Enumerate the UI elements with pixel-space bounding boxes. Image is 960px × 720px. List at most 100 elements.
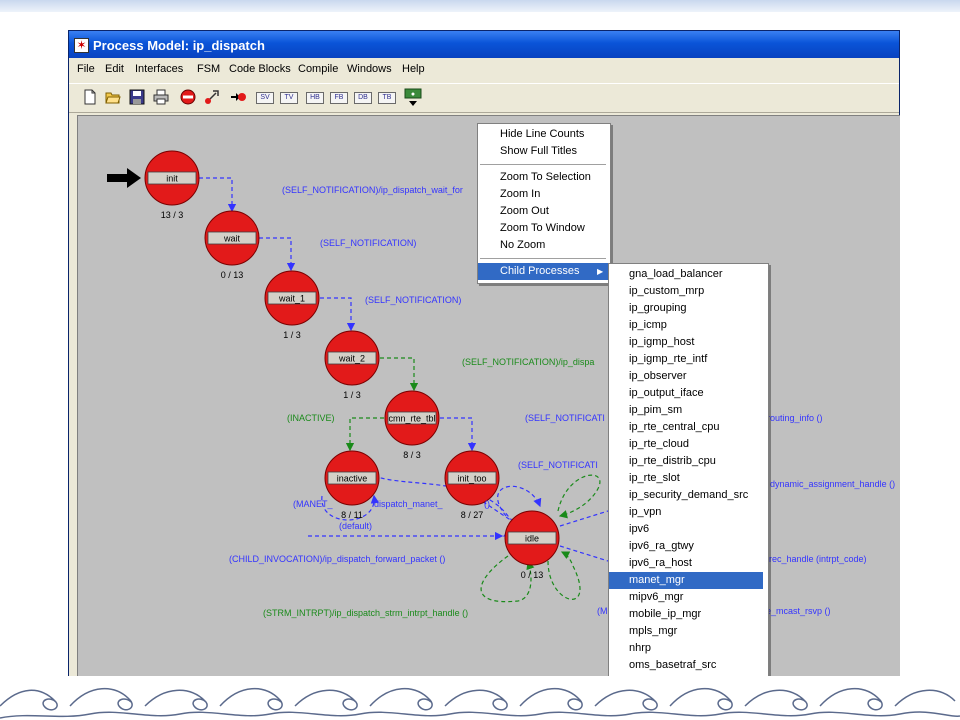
label-routing-info: routing_info () [767, 413, 823, 423]
submenu-item-ip-rte-distrib-cpu[interactable]: ip_rte_distrib_cpu [609, 453, 763, 470]
label-inactive: (INACTIVE) [287, 413, 335, 423]
menu-separator [480, 164, 606, 165]
submenu-item-mipv6-mgr[interactable]: mipv6_mgr [609, 589, 763, 606]
transition-idle-self-2[interactable] [547, 551, 581, 600]
label-child-invocation: (CHILD_INVOCATION)/ip_dispatch_forward_p… [229, 554, 445, 564]
state-init-too[interactable]: init_too 8 / 27 [444, 450, 500, 520]
submenu-item-mobile-ip-mgr[interactable]: mobile_ip_mgr [609, 606, 763, 623]
menu-interfaces[interactable]: Interfaces [135, 63, 183, 75]
state-name-label: idle [525, 534, 539, 544]
state-idle[interactable]: idle 0 / 13 [504, 510, 560, 580]
label-m: (M [597, 606, 608, 616]
print-icon[interactable] [153, 89, 169, 105]
stop-icon[interactable] [180, 89, 196, 105]
state-init[interactable]: init 13 / 3 [144, 150, 200, 220]
menu-windows[interactable]: Windows [347, 63, 392, 75]
state-line-counts: 1 / 3 [283, 330, 301, 340]
menu-hide-line-counts[interactable]: Hide Line Counts [478, 126, 610, 143]
submenu-item-ip-grouping[interactable]: ip_grouping [609, 300, 763, 317]
submenu-item-ip-security-demand-src[interactable]: ip_security_demand_src [609, 487, 763, 504]
submenu-item-ip-observer[interactable]: ip_observer [609, 368, 763, 385]
state-name-label: init_too [457, 474, 486, 484]
transition-cmn-inactive[interactable] [345, 417, 384, 452]
new-icon[interactable] [82, 89, 98, 105]
menu-child-processes[interactable]: Child Processes ▶ [478, 263, 610, 280]
transition-init-wait[interactable] [199, 177, 237, 213]
submenu-item-ip-vpn[interactable]: ip_vpn [609, 504, 763, 521]
transition-wait1-wait2[interactable] [320, 297, 356, 332]
tb-button[interactable]: TB [378, 92, 396, 104]
transition-cmn-inittoo[interactable] [440, 417, 477, 452]
menu-zoom-to-selection[interactable]: Zoom To Selection [478, 169, 610, 186]
label-self-notif-3: (SELF_NOTIFICATION) [365, 295, 461, 305]
menu-code-blocks[interactable]: Code Blocks [229, 63, 291, 75]
submenu-item-ipv6[interactable]: ipv6 [609, 521, 763, 538]
menu-edit[interactable]: Edit [105, 63, 124, 75]
menu-fsm[interactable]: FSM [197, 63, 220, 75]
initial-state-arrow [107, 168, 141, 188]
submenu-item-ip-rte-slot[interactable]: ip_rte_slot [609, 470, 763, 487]
menu-file[interactable]: File [77, 63, 95, 75]
forced-state-icon[interactable] [230, 89, 246, 105]
label-self-notif-4: (SELF_NOTIFICATION)/ip_dispa [462, 357, 594, 367]
app-icon: ✶ [74, 38, 89, 53]
label-manet-1: (MANET_ [293, 499, 333, 509]
state-wait-2[interactable]: wait_2 1 / 3 [324, 330, 380, 400]
submenu-item-manet-mgr[interactable]: manet_mgr [609, 572, 763, 589]
submenu-item-nhrp[interactable]: nhrp [609, 640, 763, 657]
label-self-notif-1: (SELF_NOTIFICATION)/ip_dispatch_wait_for [282, 185, 463, 195]
menu-zoom-out[interactable]: Zoom Out [478, 203, 610, 220]
transition-idle-right-1[interactable] [559, 510, 609, 527]
context-menu: Hide Line Counts Show Full Titles Zoom T… [477, 123, 611, 284]
submenu-item-oms-basetraf-src[interactable]: oms_basetraf_src [609, 657, 763, 674]
transition-idle-self-1[interactable] [557, 474, 601, 519]
transition-tool-icon[interactable] [204, 89, 220, 105]
label-manet-3: () [484, 499, 490, 509]
state-wait-1[interactable]: wait_1 1 / 3 [264, 270, 320, 340]
state-line-counts: 0 / 13 [221, 270, 244, 280]
submenu-item-gna-load-balancer[interactable]: gna_load_balancer [609, 266, 763, 283]
svg-text:●: ● [411, 91, 415, 98]
submenu-item-ip-custom-mrp[interactable]: ip_custom_mrp [609, 283, 763, 300]
state-wait[interactable]: wait 0 / 13 [204, 210, 260, 280]
menu-help[interactable]: Help [402, 63, 425, 75]
toolbar: SV TV HB FB DB TB ● [69, 83, 899, 113]
submenu-item-ipv6-ra-gtwy[interactable]: ipv6_ra_gtwy [609, 538, 763, 555]
tv-button[interactable]: TV [280, 92, 298, 104]
state-name-label: wait_2 [338, 354, 365, 364]
transition-wait-wait1[interactable] [259, 237, 296, 272]
submenu-item-ip-igmp-rte-intf[interactable]: ip_igmp_rte_intf [609, 351, 763, 368]
transition-wait2-cmn[interactable] [380, 357, 419, 392]
menu-child-processes-label: Child Processes [500, 265, 580, 277]
menu-compile[interactable]: Compile [298, 63, 338, 75]
menu-show-full-titles[interactable]: Show Full Titles [478, 143, 610, 160]
menu-bar: File Edit Interfaces FSM Code Blocks Com… [69, 59, 899, 79]
hb-button[interactable]: HB [306, 92, 324, 104]
db-button[interactable]: DB [354, 92, 372, 104]
state-line-counts: 8 / 27 [461, 510, 484, 520]
submenu-item-mpls-mgr[interactable]: mpls_mgr [609, 623, 763, 640]
state-line-counts: 8 / 3 [403, 450, 421, 460]
decorative-wave-border [0, 676, 960, 720]
fb-button[interactable]: FB [330, 92, 348, 104]
open-icon[interactable] [105, 89, 121, 105]
submenu-item-ipv6-ra-host[interactable]: ipv6_ra_host [609, 555, 763, 572]
submenu-item-ip-pim-sm[interactable]: ip_pim_sm [609, 402, 763, 419]
submenu-item-ip-igmp-host[interactable]: ip_igmp_host [609, 334, 763, 351]
label-dynamic-assignment: dynamic_assignment_handle () [770, 479, 895, 489]
save-icon[interactable] [129, 89, 145, 105]
state-name-label: init [166, 174, 178, 184]
submenu-item-ip-icmp[interactable]: ip_icmp [609, 317, 763, 334]
submenu-item-ip-rte-cloud[interactable]: ip_rte_cloud [609, 436, 763, 453]
sv-button[interactable]: SV [256, 92, 274, 104]
menu-zoom-in[interactable]: Zoom In [478, 186, 610, 203]
submenu-arrow-icon: ▶ [597, 267, 604, 276]
compile-icon[interactable]: ● [404, 88, 422, 108]
submenu-item-ip-output-iface[interactable]: ip_output_iface [609, 385, 763, 402]
transition-idle-right-2[interactable] [559, 545, 609, 562]
menu-no-zoom[interactable]: No Zoom [478, 237, 610, 254]
menu-zoom-to-window[interactable]: Zoom To Window [478, 220, 610, 237]
state-line-counts: 13 / 3 [161, 210, 184, 220]
submenu-item-ip-rte-central-cpu[interactable]: ip_rte_central_cpu [609, 419, 763, 436]
state-cmn-rte-tbl[interactable]: cmn_rte_tbl 8 / 3 [384, 390, 440, 460]
